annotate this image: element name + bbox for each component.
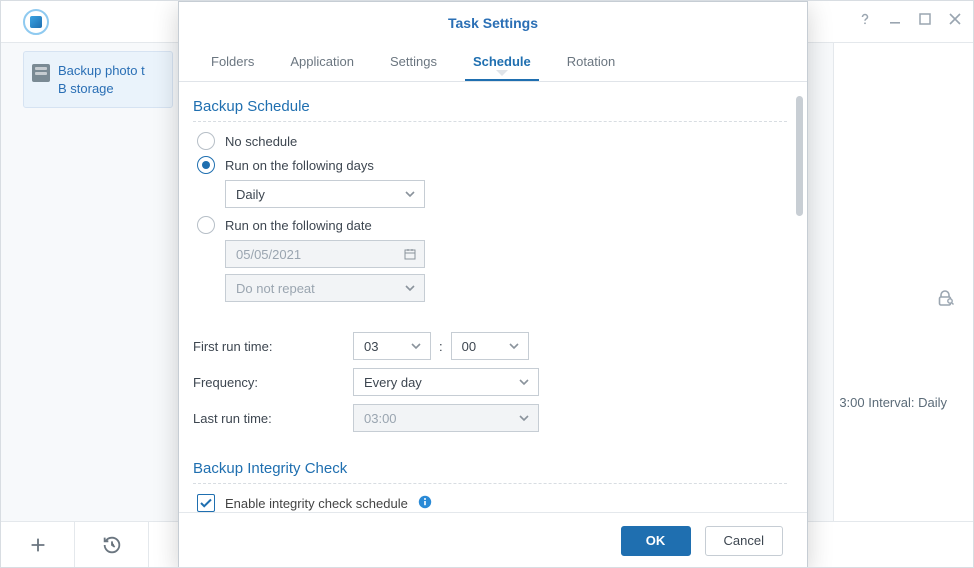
info-icon[interactable]: [418, 495, 432, 512]
radio-following-days[interactable]: [197, 156, 215, 174]
close-icon[interactable]: [947, 11, 963, 27]
cancel-button[interactable]: Cancel: [705, 526, 783, 556]
frequency-select[interactable]: Every day: [353, 368, 539, 396]
run-date-input[interactable]: 05/05/2021: [225, 240, 425, 268]
dialog-body: Backup Schedule No schedule Run on the f…: [179, 82, 807, 512]
scrollbar[interactable]: [796, 96, 803, 512]
calendar-icon: [404, 248, 416, 260]
radio-following-date[interactable]: [197, 216, 215, 234]
frequency-label: Frequency:: [193, 375, 353, 390]
chevron-down-icon: [518, 412, 530, 424]
tab-rotation[interactable]: Rotation: [549, 44, 633, 81]
schedule-summary: 3:00 Interval: Daily: [839, 395, 947, 410]
maximize-icon[interactable]: [917, 11, 933, 27]
first-run-time-label: First run time:: [193, 339, 353, 354]
tab-application[interactable]: Application: [272, 44, 372, 81]
first-run-min-select[interactable]: 00: [451, 332, 529, 360]
tab-folders[interactable]: Folders: [193, 44, 272, 81]
chevron-down-icon: [404, 282, 416, 294]
ok-button[interactable]: OK: [621, 526, 691, 556]
divider: [193, 121, 787, 122]
lock-key-icon[interactable]: [935, 288, 955, 311]
radio-no-schedule-label: No schedule: [225, 134, 297, 149]
dialog-title: Task Settings: [179, 2, 807, 44]
divider: [193, 483, 787, 484]
detail-pane: [833, 43, 973, 521]
tabs: Folders Application Settings Schedule Ro…: [179, 44, 807, 82]
last-run-time-select[interactable]: 03:00: [353, 404, 539, 432]
section-integrity-check: Backup Integrity Check: [193, 460, 787, 477]
task-settings-dialog: Task Settings Folders Application Settin…: [178, 1, 808, 568]
task-item[interactable]: Backup photo t B storage: [23, 51, 173, 108]
tab-settings[interactable]: Settings: [372, 44, 455, 81]
app-icon: [23, 9, 49, 35]
task-item-label: Backup photo t B storage: [58, 62, 145, 97]
radio-following-date-label: Run on the following date: [225, 218, 372, 233]
radio-no-schedule[interactable]: [197, 132, 215, 150]
add-task-button[interactable]: [1, 522, 75, 567]
first-run-hour-select[interactable]: 03: [353, 332, 431, 360]
last-run-time-label: Last run time:: [193, 411, 353, 426]
section-backup-schedule: Backup Schedule: [193, 98, 787, 115]
tab-schedule[interactable]: Schedule: [455, 44, 549, 81]
task-list: Backup photo t B storage: [23, 51, 173, 108]
minimize-icon[interactable]: [887, 11, 903, 27]
help-icon[interactable]: [857, 11, 873, 27]
time-colon: :: [439, 339, 443, 354]
chevron-down-icon: [410, 340, 422, 352]
chevron-down-icon: [518, 376, 530, 388]
server-icon: [32, 64, 50, 82]
chevron-down-icon: [508, 340, 520, 352]
dialog-footer: OK Cancel: [179, 512, 807, 568]
enable-integrity-checkbox[interactable]: [197, 494, 215, 512]
days-frequency-select[interactable]: Daily: [225, 180, 425, 208]
repeat-select[interactable]: Do not repeat: [225, 274, 425, 302]
chevron-down-icon: [404, 188, 416, 200]
enable-integrity-label: Enable integrity check schedule: [225, 496, 408, 511]
radio-following-days-label: Run on the following days: [225, 158, 374, 173]
history-button[interactable]: [75, 522, 149, 567]
